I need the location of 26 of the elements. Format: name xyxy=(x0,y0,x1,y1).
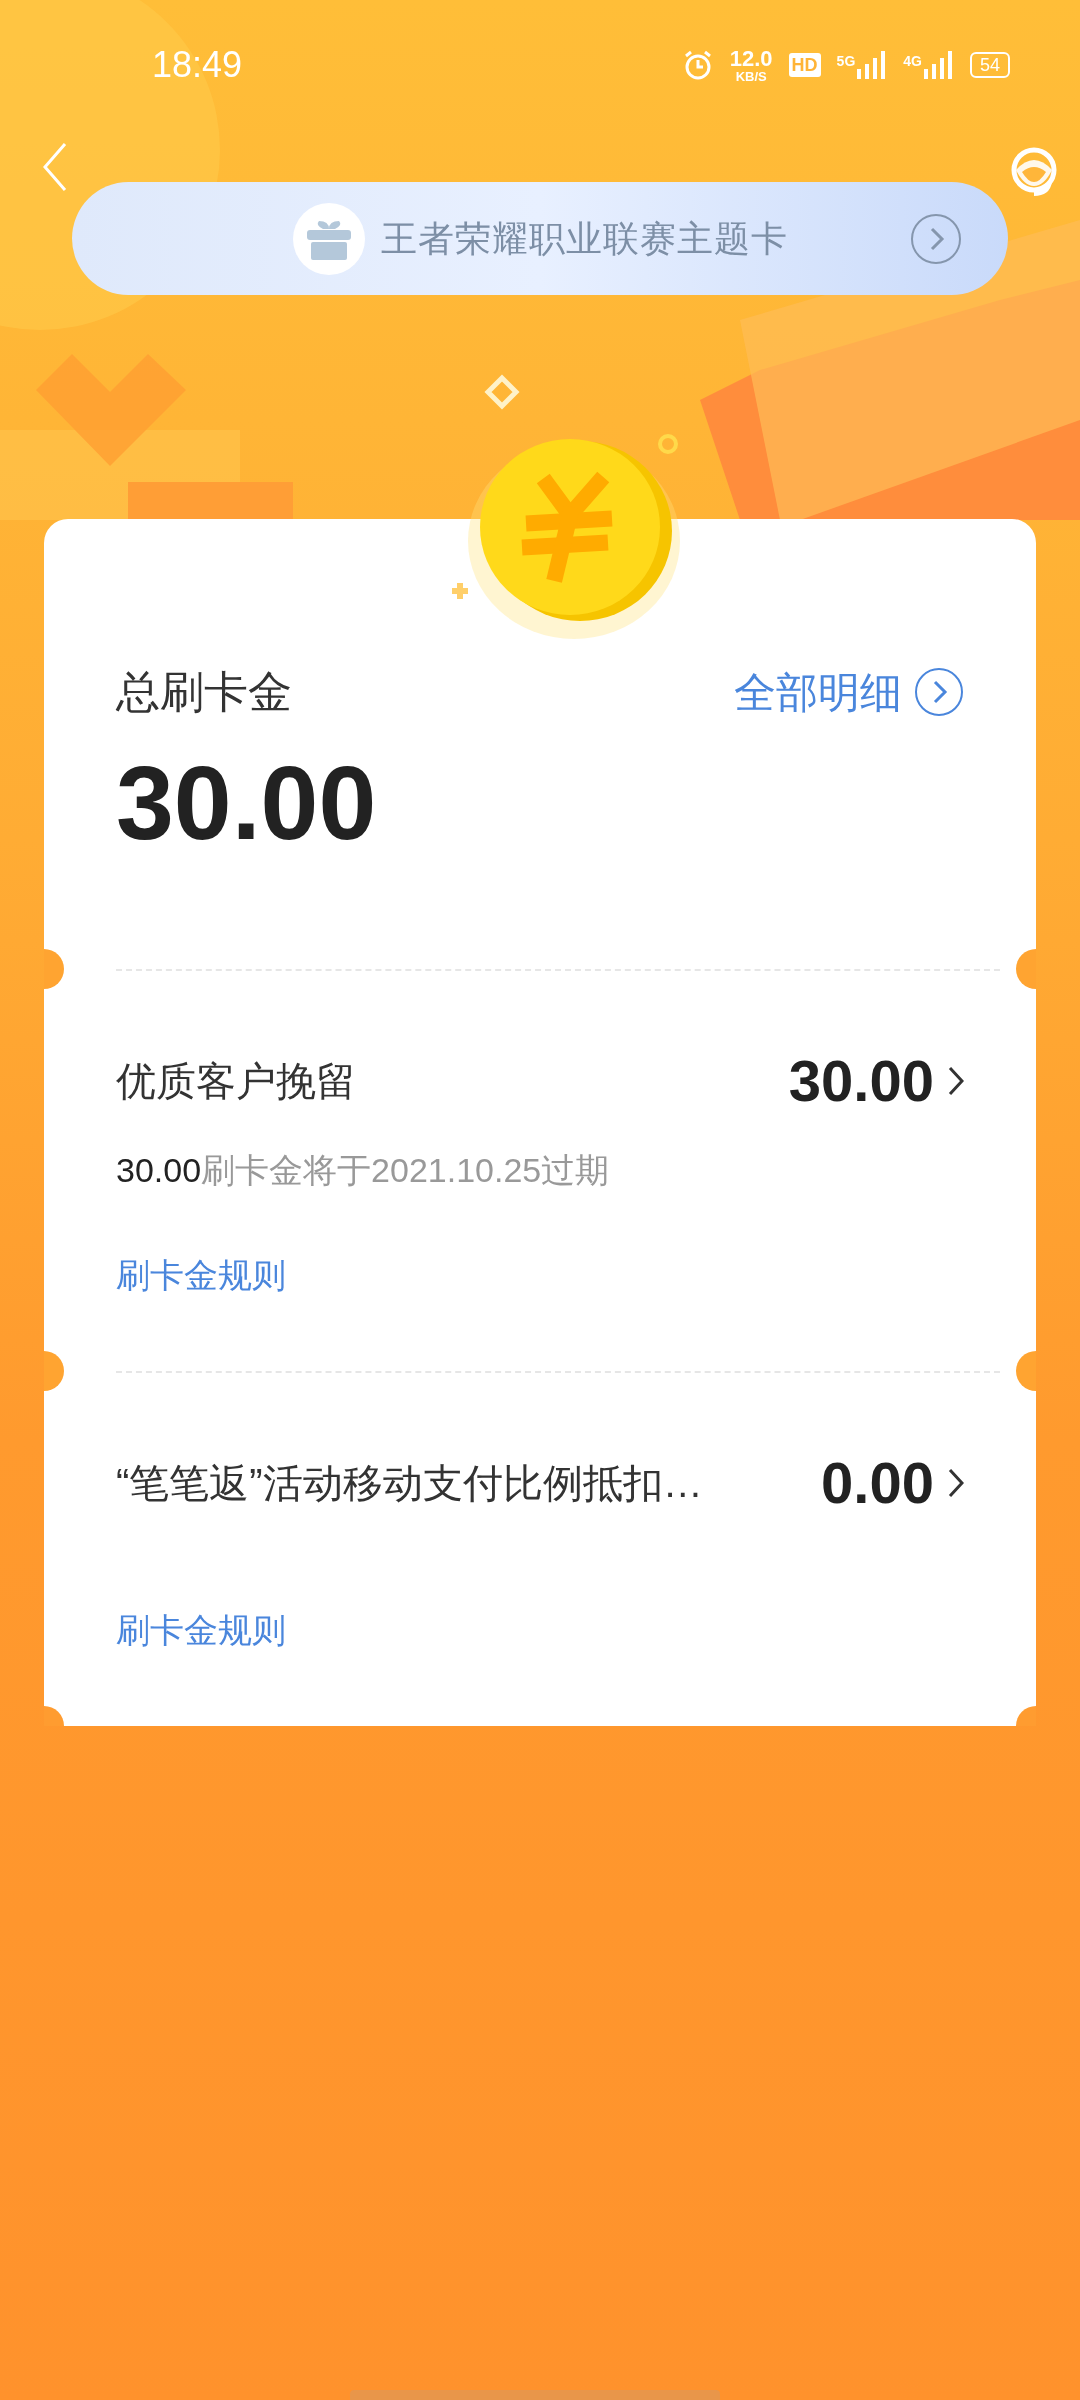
back-icon[interactable] xyxy=(42,142,68,192)
total-amount: 30.00 xyxy=(116,751,378,855)
total-label: 总刷卡金 xyxy=(116,666,292,718)
battery-indicator: 54 xyxy=(969,52,1010,78)
signal-icon xyxy=(857,51,888,79)
chevron-right-icon xyxy=(948,1468,964,1498)
expiry-note: 30.00刷卡金将于2021.10.25过期 xyxy=(116,1150,610,1191)
rules-link[interactable]: 刷卡金规则 xyxy=(116,1605,286,1656)
item-amount-link[interactable]: 30.00 xyxy=(788,1052,964,1110)
banner-title: 王者荣耀职业联赛主题卡 xyxy=(380,216,788,261)
network-type: 5G xyxy=(836,52,856,71)
chevron-right-icon xyxy=(948,1066,964,1096)
status-time: 18:49 xyxy=(152,43,243,87)
rules-link[interactable]: 刷卡金规则 xyxy=(116,1250,286,1301)
network-type: 4G xyxy=(903,52,922,71)
network-speed: 12.0 xyxy=(729,47,773,70)
item-title: “笔笔返”活动移动支付比例抵扣… xyxy=(116,1460,703,1507)
chevron-right-icon xyxy=(914,667,964,717)
signal-icon xyxy=(923,51,954,79)
item-title: 优质客户挽留 xyxy=(116,1058,356,1105)
chevron-right-icon xyxy=(910,212,962,265)
hd-badge: HD xyxy=(788,53,821,77)
item-amount-link[interactable]: 0.00 xyxy=(821,1454,964,1512)
all-details-link[interactable]: 全部明细 xyxy=(734,660,964,724)
network-speed-unit: KB/S xyxy=(735,69,767,83)
theme-card-banner[interactable]: 王者荣耀职业联赛主题卡 xyxy=(72,182,1008,295)
